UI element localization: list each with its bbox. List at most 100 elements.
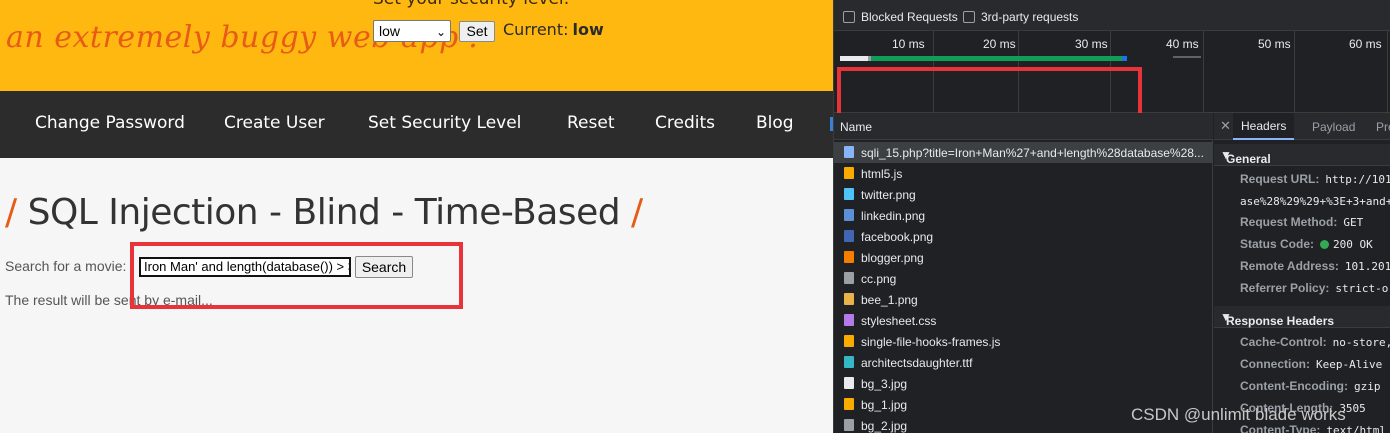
request-name: stylesheet.css bbox=[861, 314, 937, 328]
grid-line bbox=[1203, 31, 1204, 113]
img-file-icon bbox=[844, 188, 854, 200]
grid-line bbox=[1294, 31, 1295, 113]
search-label: Search for a movie: bbox=[5, 258, 127, 274]
response-headers-section-header[interactable]: ▼ Response Headers bbox=[1214, 306, 1390, 328]
grid-line bbox=[1387, 31, 1388, 113]
header-content-encoding: Content-Encoding: gzip bbox=[1240, 379, 1381, 393]
page-title: / SQL Injection - Blind - Time-Based / bbox=[5, 192, 643, 233]
tab-payload[interactable]: Payload bbox=[1312, 120, 1355, 134]
request-row[interactable]: bg_3.jpg bbox=[834, 373, 1213, 394]
title-text: SQL Injection - Blind - Time-Based bbox=[27, 192, 621, 233]
request-name: linkedin.png bbox=[861, 209, 926, 223]
blocked-requests-checkbox[interactable] bbox=[843, 11, 855, 23]
font-file-icon bbox=[844, 356, 854, 368]
title-slash-left: / bbox=[5, 192, 17, 233]
request-row[interactable]: twitter.png bbox=[834, 184, 1213, 205]
nav-reset[interactable]: Reset bbox=[567, 113, 615, 133]
headers-panel: ✕ Headers Payload Preview ▼ General Requ… bbox=[1214, 113, 1390, 433]
timeline-overview[interactable]: 10 ms 20 ms 30 ms 40 ms 50 ms 60 ms bbox=[834, 31, 1390, 124]
request-name: blogger.png bbox=[861, 251, 924, 265]
chevron-down-icon: ⌄ bbox=[435, 25, 446, 39]
img-file-icon bbox=[844, 230, 854, 242]
current-label: Current: bbox=[503, 20, 569, 39]
tab-headers[interactable]: Headers bbox=[1233, 113, 1295, 140]
request-row[interactable]: html5.js bbox=[834, 163, 1213, 184]
request-row[interactable]: sqli_15.php?title=Iron+Man%27+and+length… bbox=[834, 142, 1213, 163]
nav-blog[interactable]: Blog bbox=[756, 113, 794, 133]
header-cache-control: Cache-Control:no-store, no-cache, must-r… bbox=[1240, 335, 1390, 349]
timing-bar-queue bbox=[840, 56, 868, 61]
header-request-url: Request URL:http://101.201.0.121:82/bWAP… bbox=[1240, 172, 1390, 186]
status-ok-icon bbox=[1320, 240, 1330, 249]
current-value: low bbox=[572, 20, 604, 39]
name-header-label: Name bbox=[840, 120, 873, 134]
request-row[interactable]: blogger.png bbox=[834, 247, 1213, 268]
watermark: CSDN @unlimit blade works bbox=[1131, 405, 1346, 424]
request-name: twitter.png bbox=[861, 188, 916, 202]
web-page: an extremely buggy web app ! Set your se… bbox=[0, 0, 833, 433]
header-remote-address: Remote Address:101.201.0.121:82 bbox=[1240, 259, 1390, 273]
site-header: an extremely buggy web app ! Set your se… bbox=[0, 0, 833, 91]
name-column-header[interactable]: Name bbox=[834, 113, 1213, 140]
third-party-checkbox[interactable] bbox=[963, 11, 975, 23]
request-row[interactable]: bee_1.png bbox=[834, 289, 1213, 310]
timing-bar-other bbox=[1173, 56, 1201, 58]
request-row[interactable]: architectsdaughter.ttf bbox=[834, 352, 1213, 373]
img-file-icon bbox=[844, 398, 854, 410]
request-row[interactable]: linkedin.png bbox=[834, 205, 1213, 226]
tick-label: 10 ms bbox=[892, 37, 925, 51]
request-row[interactable]: single-file-hooks-frames.js bbox=[834, 331, 1213, 352]
third-party-label: 3rd-party requests bbox=[981, 10, 1079, 24]
screenshot: an extremely buggy web app ! Set your se… bbox=[0, 0, 1390, 433]
nav-create-user[interactable]: Create User bbox=[224, 113, 325, 133]
timing-bar-waiting bbox=[871, 56, 1122, 61]
nav-set-security-level[interactable]: Set Security Level bbox=[368, 113, 521, 133]
tab-preview[interactable]: Preview bbox=[1376, 120, 1390, 134]
response-headers-title: ▼ Response Headers bbox=[1220, 310, 1335, 328]
tick-label: 40 ms bbox=[1166, 37, 1199, 51]
img-file-icon bbox=[844, 251, 854, 263]
header-request-url-cont: ase%28%29%29+%3E+3+and+sleep%285%29+--+&… bbox=[1240, 195, 1390, 208]
general-section-title: ▼ General bbox=[1220, 148, 1271, 166]
request-name: facebook.png bbox=[861, 230, 934, 244]
close-icon[interactable]: ✕ bbox=[1220, 118, 1231, 134]
request-name: bg_3.jpg bbox=[861, 377, 908, 391]
header-request-method: Request Method: GET bbox=[1240, 215, 1364, 229]
timing-bar-download bbox=[1122, 56, 1127, 61]
img-file-icon bbox=[844, 419, 854, 431]
header-connection: Connection: Keep-Alive bbox=[1240, 357, 1383, 371]
nav-credits[interactable]: Credits bbox=[655, 113, 715, 133]
general-section-header[interactable]: ▼ General bbox=[1214, 144, 1390, 166]
security-level-select[interactable]: low ⌄ bbox=[373, 20, 451, 42]
nav-change-password[interactable]: Change Password bbox=[35, 113, 185, 133]
filter-row: Blocked Requests 3rd-party requests bbox=[834, 0, 1390, 31]
request-name: cc.png bbox=[861, 272, 897, 286]
title-slash-right: / bbox=[631, 192, 643, 233]
highlight-box-search bbox=[130, 242, 463, 309]
devtools-network-panel: Blocked Requests 3rd-party requests 10 m… bbox=[833, 0, 1390, 433]
request-row[interactable]: facebook.png bbox=[834, 226, 1213, 247]
set-button[interactable]: Set bbox=[459, 21, 495, 42]
request-row[interactable]: cc.png bbox=[834, 268, 1213, 289]
security-level-label: Set your security level: bbox=[373, 0, 569, 9]
img-file-icon bbox=[844, 293, 854, 305]
request-row[interactable]: stylesheet.css bbox=[834, 310, 1213, 331]
script-file-icon bbox=[844, 335, 854, 347]
request-name: html5.js bbox=[861, 167, 903, 181]
request-list: Name sqli_15.php?title=Iron+Man%27+and+l… bbox=[834, 113, 1213, 433]
img-file-icon bbox=[844, 272, 854, 284]
img-file-icon bbox=[844, 377, 854, 389]
detail-tabs: ✕ Headers Payload Preview bbox=[1214, 113, 1390, 140]
blocked-requests-label: Blocked Requests bbox=[861, 10, 958, 24]
main-nav: Change Password Create User Set Security… bbox=[0, 91, 833, 158]
tick-label: 30 ms bbox=[1075, 37, 1108, 51]
request-name: architectsdaughter.ttf bbox=[861, 356, 973, 370]
tick-label: 60 ms bbox=[1349, 37, 1382, 51]
header-referrer-policy: Referrer Policy:strict-origin-when-cross… bbox=[1240, 281, 1390, 295]
tick-label: 50 ms bbox=[1258, 37, 1291, 51]
request-name: bee_1.png bbox=[861, 293, 918, 307]
header-status-code: Status Code: 200 OK bbox=[1240, 237, 1373, 251]
tick-label: 20 ms bbox=[983, 37, 1016, 51]
css-file-icon bbox=[844, 314, 854, 326]
img-file-icon bbox=[844, 209, 854, 221]
